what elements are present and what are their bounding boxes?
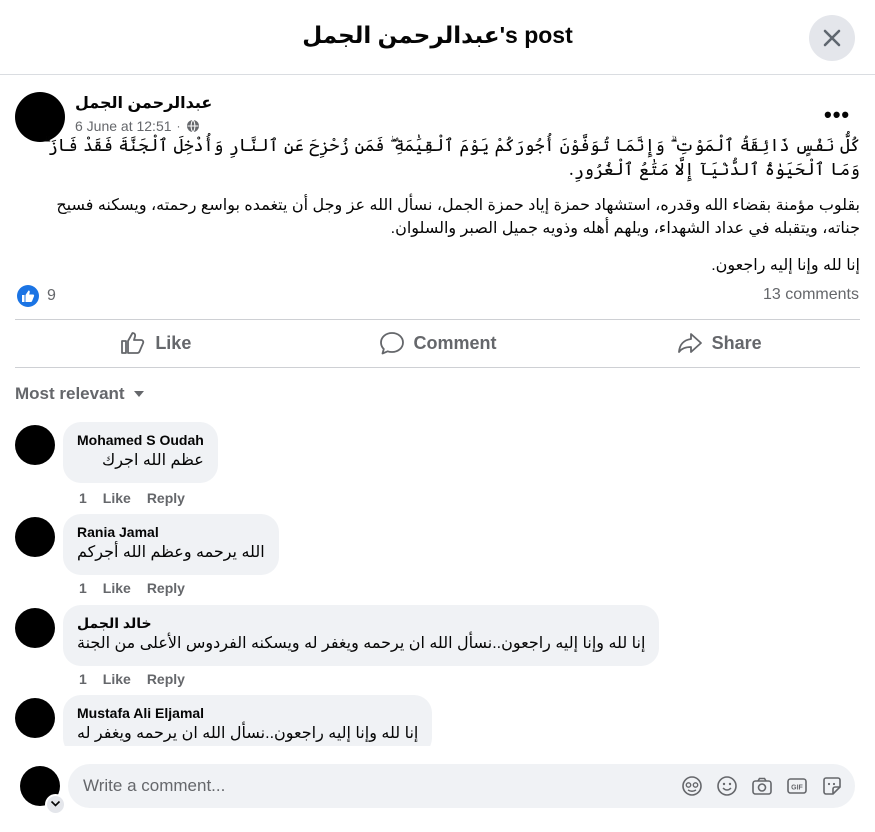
commenter-name[interactable]: Mustafa Ali Eljamal bbox=[77, 704, 418, 722]
comment-like-button[interactable]: Like bbox=[103, 580, 131, 596]
camera-icon[interactable] bbox=[751, 775, 773, 797]
composer-icons: GIF bbox=[681, 775, 843, 797]
comment-reply-button[interactable]: Reply bbox=[147, 490, 185, 506]
svg-text:GIF: GIF bbox=[791, 785, 803, 792]
comment-bubble: Mohamed S Oudah عظم الله اجرك bbox=[63, 422, 218, 483]
comment-input[interactable]: Write a comment... GIF bbox=[68, 764, 855, 808]
comment-reply-button[interactable]: Reply bbox=[147, 671, 185, 687]
comment-like-button[interactable]: Like bbox=[103, 671, 131, 687]
comment-bubble: خالد الجمل إنا لله وإنا إليه راجعون..نسأ… bbox=[63, 605, 660, 666]
commenter-avatar[interactable] bbox=[15, 698, 55, 738]
divider bbox=[15, 319, 860, 320]
reactions-summary[interactable]: 9 bbox=[17, 285, 56, 307]
gif-icon[interactable]: GIF bbox=[786, 775, 808, 797]
post-paragraph: إنا لله وإنا إليه راجعون. bbox=[711, 257, 860, 274]
comment-text: عظم الله اجرك bbox=[102, 452, 204, 469]
comment-bubble: Rania Jamal الله يرحمه وعظم الله أجركم bbox=[63, 514, 279, 575]
close-icon bbox=[823, 29, 841, 47]
like-reaction-icon bbox=[17, 285, 39, 307]
post-paragraph: بقلوب مؤمنة بقضاء الله وقدره، استشهاد حم… bbox=[56, 197, 860, 237]
sticker-icon[interactable] bbox=[821, 775, 843, 797]
comment-like-count: 1 bbox=[79, 671, 87, 687]
comment-like-count: 1 bbox=[79, 490, 87, 506]
comment-actions: 1 Like Reply bbox=[79, 671, 185, 687]
share-icon bbox=[677, 333, 702, 353]
post-meta: 6 June at 12:51 · bbox=[75, 118, 200, 134]
comment-like-button[interactable]: Like bbox=[103, 490, 131, 506]
commenter-avatar[interactable] bbox=[15, 608, 55, 648]
post-date[interactable]: 6 June at 12:51 bbox=[75, 118, 172, 134]
like-button[interactable]: Like bbox=[15, 326, 297, 360]
divider bbox=[15, 367, 860, 368]
chevron-down-icon bbox=[50, 800, 61, 807]
caret-down-icon bbox=[133, 391, 144, 397]
globe-icon bbox=[186, 119, 199, 133]
post-verse: كُلُّ نَفْسٍ ذَائِقَةُ ٱلْمَوْتِ ۗ وَإِن… bbox=[43, 136, 860, 180]
like-label: Like bbox=[155, 332, 192, 353]
comment-text: الله يرحمه وعظم الله أجركم bbox=[77, 544, 265, 561]
dialog-title: عبدالرحمن الجمل's post bbox=[302, 22, 573, 48]
comment-bubble: Mustafa Ali Eljamal إنا لله وإنا إليه را… bbox=[63, 695, 433, 746]
commenter-avatar[interactable] bbox=[15, 517, 55, 557]
comment-text: إنا لله وإنا إليه راجعون..نسأل الله ان ي… bbox=[77, 635, 646, 652]
separator-dot: · bbox=[176, 119, 181, 133]
share-button[interactable]: Share bbox=[578, 326, 860, 360]
comment-composer: Write a comment... GIF bbox=[0, 746, 875, 832]
avatar-sticker-icon[interactable] bbox=[681, 775, 703, 797]
sort-dropdown[interactable]: Most relevant bbox=[15, 384, 145, 404]
emoji-icon[interactable] bbox=[716, 775, 738, 797]
comment-actions: 1 Like Reply bbox=[79, 580, 185, 596]
commenter-avatar[interactable] bbox=[15, 425, 55, 465]
commenter-name[interactable]: Mohamed S Oudah bbox=[77, 431, 204, 449]
dialog-header: عبدالرحمن الجمل's post bbox=[0, 0, 875, 75]
post-scroll-area[interactable]: عبدالرحمن الجمل 6 June at 12:51 · ••• كُ… bbox=[0, 76, 875, 746]
close-button[interactable] bbox=[809, 15, 855, 61]
profile-switch-button[interactable] bbox=[45, 794, 66, 815]
comment-input-placeholder: Write a comment... bbox=[83, 776, 226, 795]
more-options-button[interactable]: ••• bbox=[824, 102, 850, 128]
post-author[interactable]: عبدالرحمن الجمل bbox=[75, 93, 212, 113]
comments-count[interactable]: 13 comments bbox=[763, 286, 859, 304]
commenter-name[interactable]: خالد الجمل bbox=[77, 614, 645, 632]
sort-label: Most relevant bbox=[15, 384, 125, 403]
comment-icon bbox=[379, 332, 404, 355]
comment-label: Comment bbox=[413, 332, 497, 353]
comment-actions: 1 Like Reply bbox=[79, 490, 185, 506]
reaction-count: 9 bbox=[47, 287, 56, 304]
comment-button[interactable]: Comment bbox=[297, 326, 579, 360]
share-label: Share bbox=[711, 332, 762, 353]
comment-text: إنا لله وإنا إليه راجعون..نسأل الله ان ي… bbox=[77, 725, 419, 742]
commenter-name[interactable]: Rania Jamal bbox=[77, 523, 265, 541]
comment-like-count: 1 bbox=[79, 580, 87, 596]
thumbs-up-icon bbox=[121, 332, 145, 354]
comment-reply-button[interactable]: Reply bbox=[147, 580, 185, 596]
post-actions: Like Comment Share bbox=[15, 326, 860, 360]
